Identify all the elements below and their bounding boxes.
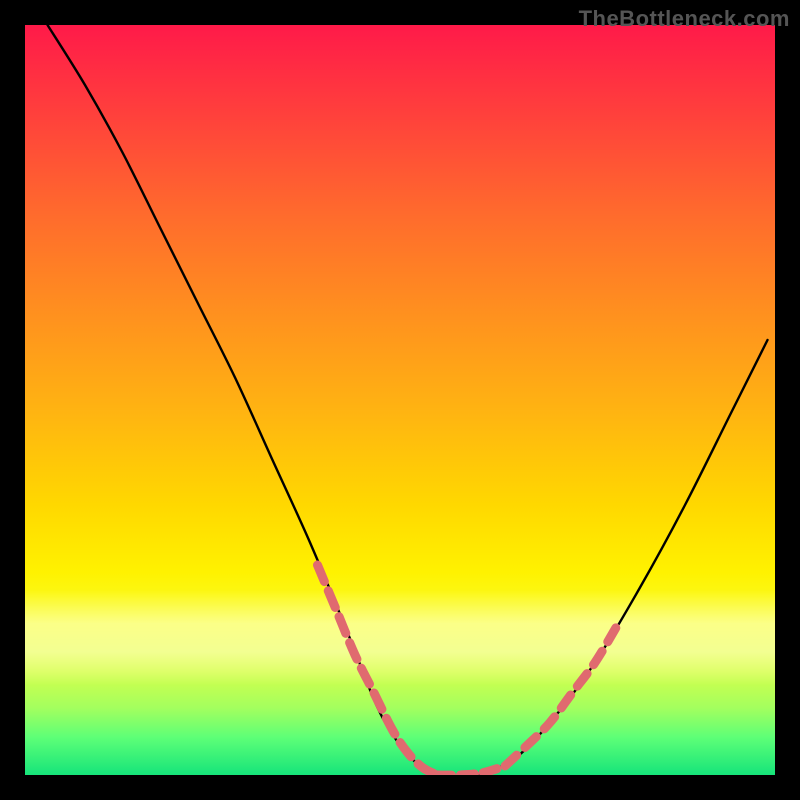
highlight-valley-floor: [438, 766, 506, 775]
highlight-descending-near-bottom: [318, 565, 438, 775]
chart-frame: TheBottleneck.com: [0, 0, 800, 800]
highlight-ascending-near-bottom: [505, 625, 618, 766]
plot-area: [25, 25, 775, 775]
main-curve-path: [48, 25, 768, 775]
watermark-text: TheBottleneck.com: [579, 6, 790, 32]
curve-svg: [25, 25, 775, 775]
highlight-group: [318, 565, 618, 775]
